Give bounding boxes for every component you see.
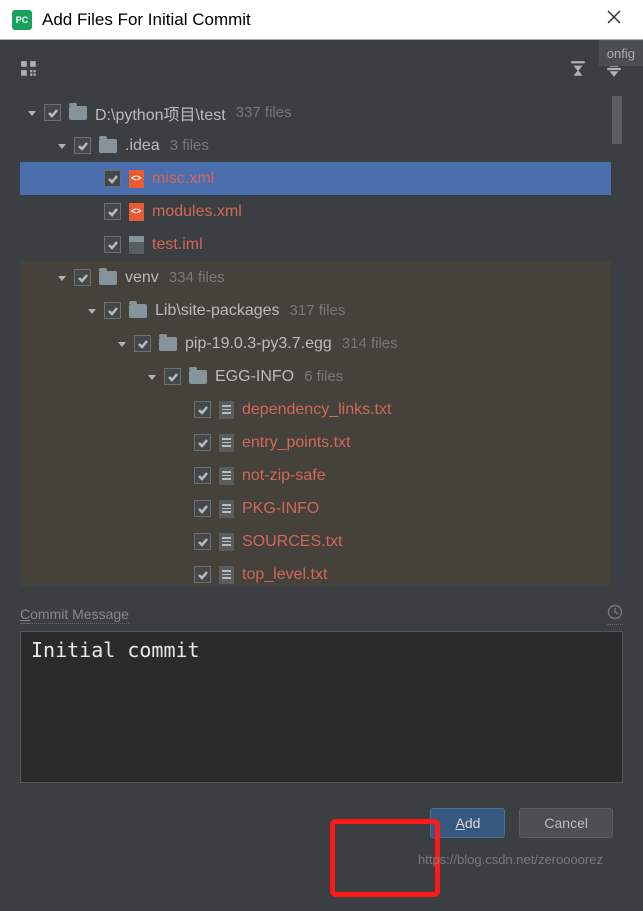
text-file-icon [219,401,234,419]
checkbox[interactable] [194,434,211,451]
chevron-down-icon[interactable] [146,371,158,383]
node-label: pip-19.0.3-py3.7.egg [185,335,332,353]
file-count: 334 files [169,269,225,286]
pycharm-icon: PC [12,10,32,30]
node-label: venv [125,269,159,287]
tree-row-root[interactable]: D:\python项目\test 337 files [20,96,623,129]
chevron-down-icon[interactable] [56,272,68,284]
node-label: Lib\site-packages [155,302,280,320]
checkbox[interactable] [104,236,121,253]
node-label: dependency_links.txt [242,401,391,419]
tree-row-deplinks[interactable]: dependency_links.txt [20,393,623,426]
commit-message-label: Commit Message [20,606,129,624]
chevron-down-icon[interactable] [56,140,68,152]
tree-row-misc[interactable]: misc.xml [20,162,623,195]
checkbox[interactable] [194,533,211,550]
tree-row-pipegg[interactable]: pip-19.0.3-py3.7.egg 314 files [20,327,623,360]
chevron-down-icon[interactable] [116,338,128,350]
iml-file-icon [129,236,144,254]
checkbox[interactable] [194,566,211,583]
watermark: https://blog.csdn.net/zeroooorez [418,852,603,867]
cancel-button[interactable]: Cancel [519,808,613,838]
folder-icon [69,106,87,120]
tree-row-notzip[interactable]: not-zip-safe [20,459,623,492]
scrollbar-thumb[interactable] [612,96,622,144]
tree-row-lib[interactable]: Lib\site-packages 317 files [20,294,623,327]
checkbox[interactable] [194,467,211,484]
checkbox[interactable] [104,203,121,220]
window-title: Add Files For Initial Commit [42,10,597,30]
button-bar: Add Cancel [20,786,623,858]
file-count: 337 files [236,104,292,121]
text-file-icon [219,434,234,452]
commit-message-input[interactable] [20,631,623,783]
text-file-icon [219,566,234,584]
tree-row-modules[interactable]: modules.xml [20,195,623,228]
xml-file-icon [129,170,144,188]
node-label: modules.xml [152,203,242,221]
tree-row-egginfo[interactable]: EGG-INFO 6 files [20,360,623,393]
group-by-icon[interactable] [20,60,38,81]
chevron-down-icon[interactable] [86,305,98,317]
checkbox[interactable] [194,401,211,418]
node-label: EGG-INFO [215,368,294,386]
node-label: PKG-INFO [242,500,319,518]
tree-row-entry[interactable]: entry_points.txt [20,426,623,459]
checkbox[interactable] [74,269,91,286]
node-label: SOURCES.txt [242,533,342,551]
tree-row-testiml[interactable]: test.iml [20,228,623,261]
text-file-icon [219,500,234,518]
history-icon[interactable] [607,604,623,625]
folder-icon [129,304,147,318]
toolbar [20,60,623,81]
checkbox[interactable] [194,500,211,517]
text-file-icon [219,533,234,551]
tree-row-idea[interactable]: .idea 3 files [20,129,623,162]
chevron-down-icon[interactable] [26,107,38,119]
tree-row-sources[interactable]: SOURCES.txt [20,525,623,558]
close-icon[interactable] [597,6,631,33]
folder-icon [189,370,207,384]
folder-icon [99,271,117,285]
xml-file-icon [129,203,144,221]
node-label: entry_points.txt [242,434,351,452]
checkbox[interactable] [134,335,151,352]
checkbox[interactable] [164,368,181,385]
tree-row-venv[interactable]: venv 334 files [20,261,623,294]
file-count: 6 files [304,368,343,385]
node-label: top_level.txt [242,566,327,584]
file-count: 317 files [290,302,346,319]
text-file-icon [219,467,234,485]
tree-row-toplevel[interactable]: top_level.txt [20,558,623,586]
node-label: test.iml [152,236,203,254]
node-label: misc.xml [152,170,214,188]
node-label: .idea [125,137,160,155]
add-button[interactable]: Add [430,808,505,838]
file-count: 3 files [170,137,209,154]
tree-row-pkginfo[interactable]: PKG-INFO [20,492,623,525]
checkbox[interactable] [104,302,121,319]
checkbox[interactable] [74,137,91,154]
checkbox[interactable] [44,104,61,121]
node-label: D:\python项目\test [95,101,226,125]
background-fragment: onfig [599,40,643,66]
scrollbar[interactable] [611,96,623,586]
folder-icon [159,337,177,351]
node-label: not-zip-safe [242,467,326,485]
expand-all-icon[interactable] [569,60,587,81]
folder-icon [99,139,117,153]
file-tree[interactable]: D:\python项目\test 337 files .idea 3 files… [20,96,623,586]
checkbox[interactable] [104,170,121,187]
file-count: 314 files [342,335,398,352]
titlebar: PC Add Files For Initial Commit [0,0,643,40]
